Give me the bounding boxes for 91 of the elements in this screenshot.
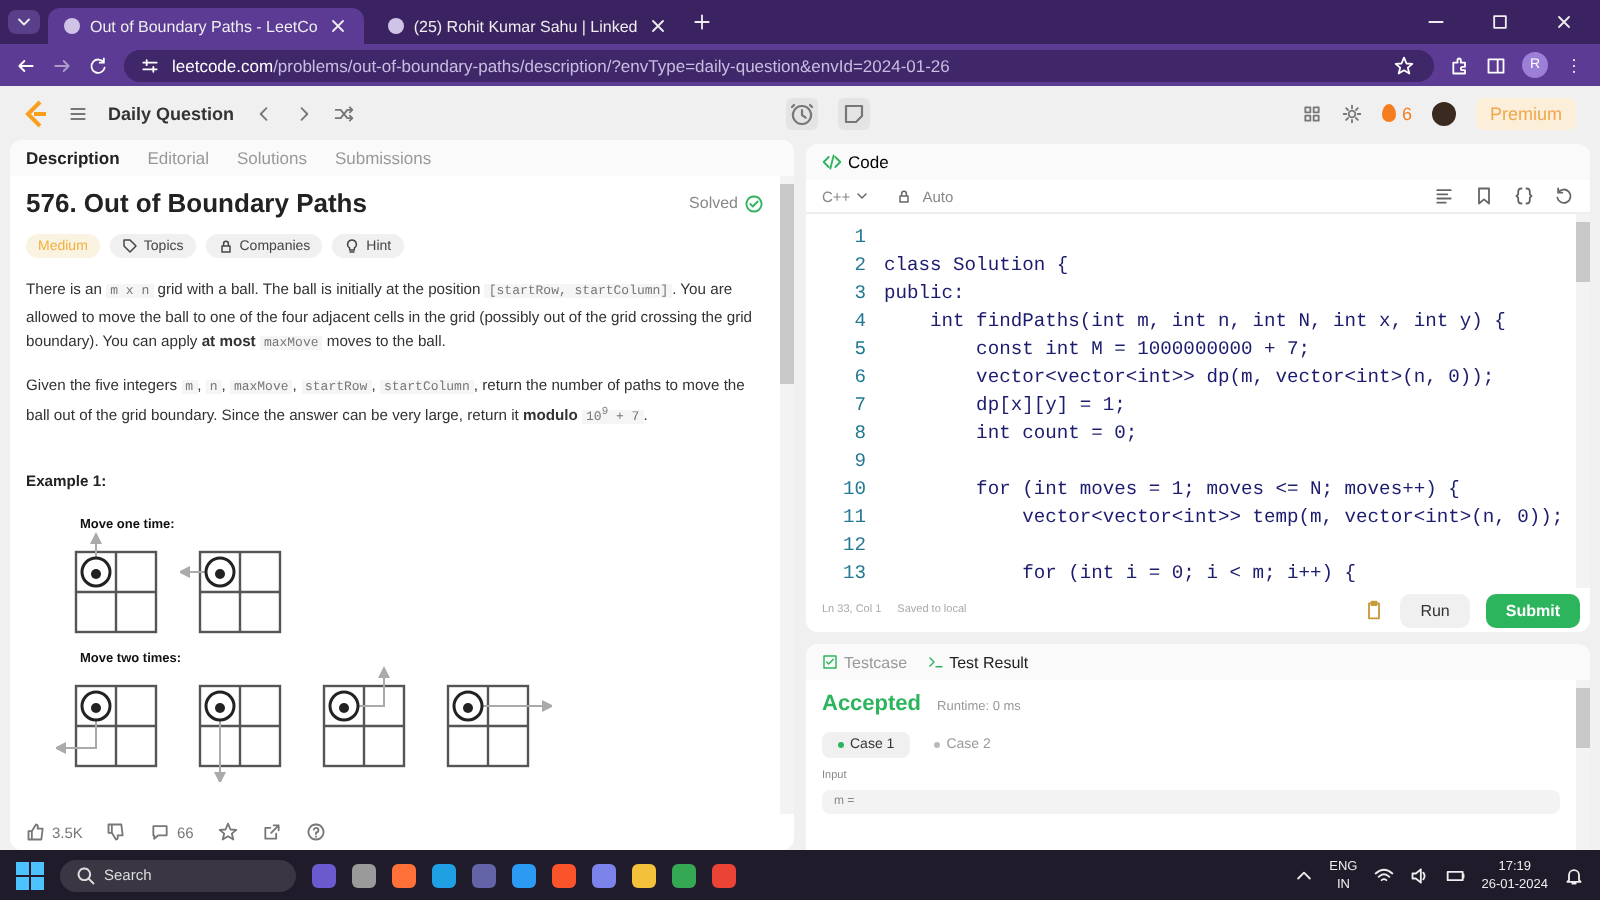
reload-icon[interactable] (88, 55, 108, 75)
comment-icon (150, 822, 171, 842)
shuffle-icon[interactable] (334, 103, 355, 123)
panel-tab[interactable]: Description (26, 148, 120, 168)
tab-list-button[interactable] (8, 10, 40, 34)
checkbox-icon (822, 654, 838, 670)
scrollbar-thumb[interactable] (780, 184, 794, 384)
thumbs-up-icon (26, 822, 46, 842)
grid-icon[interactable] (1301, 103, 1322, 123)
format-icon[interactable] (1434, 186, 1454, 206)
code-icon (822, 152, 842, 172)
panel-tab[interactable]: Test Result (927, 653, 1029, 671)
chevron-down-icon (854, 188, 871, 204)
line-number: 10 (840, 477, 866, 499)
line-number: 6 (852, 365, 866, 387)
site-settings-icon[interactable] (140, 55, 160, 75)
volume-icon[interactable] (1409, 865, 1430, 885)
notification-icon[interactable] (1564, 865, 1584, 885)
code-line: vector<vector<int>> temp(m, vector<int>(n, 0)); (1020, 505, 1564, 527)
lock-icon (217, 238, 234, 254)
line-number: 7 (852, 393, 866, 415)
code-line: class Solution { (884, 253, 1069, 275)
terminal-icon (927, 654, 944, 670)
bookmark-icon[interactable] (1474, 186, 1494, 206)
code-line: dp[x][y] = 1; (974, 393, 1126, 415)
scrollbar-thumb[interactable] (1576, 222, 1590, 282)
run-button[interactable]: Run (1400, 593, 1470, 627)
new-tab-icon[interactable] (691, 12, 712, 32)
search-icon (76, 865, 96, 885)
line-number: 12 (840, 533, 866, 555)
app-icon[interactable] (312, 863, 336, 887)
line-number: 1 (852, 225, 866, 247)
star-icon[interactable] (217, 822, 238, 842)
code-line: int findPaths(int m, int n, int N, int x, int y) { (928, 309, 1506, 331)
site-icon (387, 18, 404, 34)
code-line: vector<vector<int>> dp(m, vector<int>(n, 0)); (974, 365, 1495, 387)
restore-icon[interactable] (1490, 12, 1510, 32)
timer-icon[interactable] (786, 97, 818, 129)
app-icon[interactable] (512, 863, 536, 887)
panel-tab[interactable]: Code (822, 152, 889, 172)
daily-question-link[interactable]: Daily Question (108, 103, 235, 123)
browser-tab[interactable]: (25) Rohit Kumar Sahu | Linked (371, 8, 684, 44)
code-line: for (int moves = 1; moves <= N; moves++) { (974, 477, 1460, 499)
lock-icon (896, 188, 913, 204)
line-number: 2 (852, 253, 866, 275)
app-icon[interactable] (472, 863, 496, 887)
battery-icon[interactable] (1445, 865, 1466, 885)
code-line: public: (884, 281, 965, 303)
avatar-icon[interactable] (1432, 101, 1456, 125)
settings-icon[interactable] (1341, 103, 1362, 123)
line-number: 3 (852, 281, 866, 303)
solved-status: Solved (689, 194, 738, 212)
flame-icon (1381, 104, 1396, 122)
close-icon[interactable] (1554, 12, 1574, 32)
browser-tab[interactable]: Out of Boundary Paths - LeetCo (48, 8, 364, 44)
line-number: 4 (852, 309, 866, 331)
tag-icon (121, 238, 138, 254)
app-icon[interactable] (432, 863, 456, 887)
problem-title: 576. Out of Boundary Paths (26, 188, 367, 218)
line-number: 11 (840, 505, 866, 527)
app-icon[interactable] (392, 863, 416, 887)
close-icon[interactable] (647, 16, 668, 36)
verdict-text: Accepted (822, 692, 922, 716)
list-icon[interactable] (68, 103, 88, 123)
code-line: const int M = 1000000000 + 7; (974, 337, 1311, 359)
line-number: 5 (852, 337, 866, 359)
code-line: int count = 0; (974, 421, 1138, 443)
wifi-icon[interactable] (1373, 865, 1394, 885)
clipboard-icon[interactable] (1364, 600, 1385, 620)
bulb-icon (344, 238, 361, 254)
thumbs-down-icon[interactable] (106, 822, 127, 842)
extension-icon[interactable] (1450, 55, 1470, 75)
windows-logo-icon[interactable] (16, 861, 44, 889)
site-icon (64, 18, 80, 34)
share-icon[interactable] (261, 822, 282, 842)
forward-icon[interactable] (52, 55, 72, 75)
scrollbar-thumb[interactable] (1576, 688, 1590, 748)
reset-icon[interactable] (1554, 186, 1574, 206)
check-icon (744, 193, 764, 213)
braces-icon[interactable] (1514, 186, 1534, 206)
note-icon[interactable] (838, 97, 870, 129)
help-icon[interactable] (305, 822, 326, 842)
address-field[interactable]: leetcode.com/problems/out-of-boundary-paths/description/?envType=daily-question&envId=2024-01-26 (124, 49, 1434, 81)
app-icon[interactable] (592, 863, 616, 887)
code-line: for (int i = 0; i < m; i++) { (1020, 561, 1357, 583)
sidebar-icon[interactable] (1486, 55, 1506, 75)
back-icon[interactable] (16, 55, 36, 75)
line-number: 8 (852, 421, 866, 443)
line-number: 13 (840, 561, 866, 583)
close-icon[interactable] (327, 16, 348, 36)
line-number: 9 (852, 449, 866, 471)
